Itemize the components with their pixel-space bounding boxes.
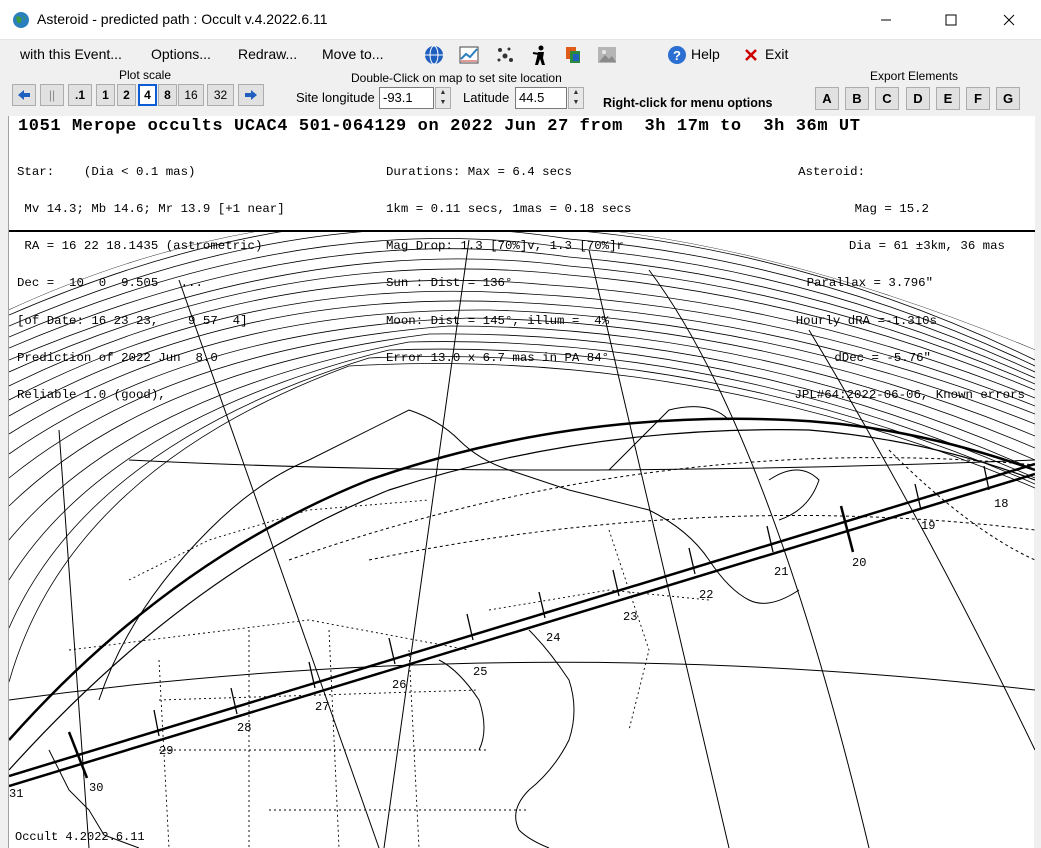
hatch-lines xyxy=(9,230,1035,683)
path-edge-south xyxy=(9,472,1035,788)
close-icon xyxy=(1003,14,1015,26)
time-label: 21 xyxy=(774,565,788,579)
pause-button[interactable]: || xyxy=(40,84,64,106)
map-panel[interactable]: 1051 Merope occults UCAC4 501-064129 on … xyxy=(8,116,1035,848)
menu-help[interactable]: Help xyxy=(691,46,720,62)
star-line: Star: (Dia < 0.1 mas) xyxy=(17,164,196,179)
time-labels: 31 30 29 28 27 26 25 24 23 22 21 20 19 1… xyxy=(9,497,1008,801)
copy-icon[interactable] xyxy=(562,44,584,66)
time-label: 27 xyxy=(315,700,329,714)
observer-icon[interactable] xyxy=(529,44,551,66)
coastlines xyxy=(48,406,820,848)
dotted-graticule xyxy=(288,449,1035,561)
star-line: Mv 14.3; Mb 14.6; Mr 13.9 [+1 near] xyxy=(17,202,285,217)
plot-scale-label: Plot scale xyxy=(119,68,172,82)
export-button-g[interactable]: G xyxy=(996,87,1020,110)
time-tick-marks xyxy=(153,465,990,737)
globe-app-icon xyxy=(13,12,29,28)
export-button-e[interactable]: E xyxy=(936,87,960,110)
export-button-c[interactable]: C xyxy=(875,87,899,110)
menu-exit[interactable]: Exit xyxy=(765,46,788,62)
menu-move-to[interactable]: Move to... xyxy=(322,46,383,62)
menu-options[interactable]: Options... xyxy=(151,46,211,62)
svg-text:?: ? xyxy=(673,48,681,63)
title-bar: Asteroid - predicted path : Occult v.4.2… xyxy=(0,0,1041,40)
asteroid-line: Asteroid: xyxy=(798,164,865,179)
export-elements-label: Export Elements xyxy=(870,69,959,83)
time-label: 29 xyxy=(159,744,173,758)
export-button-b[interactable]: B xyxy=(845,87,869,110)
site-longitude-input[interactable]: -93.1 xyxy=(379,87,434,109)
time-label: 28 xyxy=(237,721,251,735)
double-click-hint: Double-Click on map to set site location xyxy=(351,71,562,85)
duration-line: Durations: Max = 6.4 secs xyxy=(386,164,572,179)
minimize-button[interactable] xyxy=(863,0,909,40)
latitude-spinner[interactable]: ▲ ▼ xyxy=(568,87,584,109)
time-label: 19 xyxy=(921,519,935,533)
time-label: 30 xyxy=(89,781,103,795)
site-longitude-spinner[interactable]: ▲ ▼ xyxy=(435,87,451,109)
time-label: 25 xyxy=(473,665,487,679)
arrow-right-icon xyxy=(245,90,257,100)
pan-right-button[interactable] xyxy=(238,84,264,106)
political-borders xyxy=(68,499,710,848)
menu-bar: with this Event... Options... Redraw... … xyxy=(0,40,1041,70)
globe-icon[interactable] xyxy=(423,44,445,66)
image-icon[interactable] xyxy=(596,44,618,66)
exit-x-icon[interactable] xyxy=(744,48,758,62)
scale-button-8[interactable]: 8 xyxy=(158,84,177,106)
time-label: 26 xyxy=(392,678,406,692)
help-icon[interactable]: ? xyxy=(667,45,687,65)
time-label: 20 xyxy=(852,556,866,570)
stars-icon[interactable] xyxy=(494,44,516,66)
maximize-icon xyxy=(945,14,957,26)
duration-line: 1km = 0.11 secs, 1mas = 0.18 secs xyxy=(386,202,632,217)
scale-button-2[interactable]: 2 xyxy=(117,84,136,106)
pan-left-button[interactable] xyxy=(12,84,36,106)
menu-with-this-event[interactable]: with this Event... xyxy=(20,46,122,62)
time-crossbar-30 xyxy=(67,731,89,779)
time-label: 18 xyxy=(994,497,1008,511)
scale-button-32[interactable]: 32 xyxy=(207,84,234,106)
time-label: 23 xyxy=(623,610,637,624)
maximize-button[interactable] xyxy=(928,0,974,40)
export-button-f[interactable]: F xyxy=(966,87,990,110)
export-button-a[interactable]: A xyxy=(815,87,839,110)
arrow-left-icon xyxy=(18,90,30,100)
right-click-hint: Right-click for menu options xyxy=(603,96,773,110)
latitude-input[interactable]: 44.5 xyxy=(515,87,567,109)
scale-button-1[interactable]: 1 xyxy=(96,84,115,106)
window-title: Asteroid - predicted path : Occult v.4.2… xyxy=(37,11,328,27)
scale-button-16[interactable]: 16 xyxy=(178,84,204,106)
path-edge-north xyxy=(9,462,1035,778)
asteroid-line: Mag = 15.2 xyxy=(854,202,929,217)
scale-button-4[interactable]: 4 xyxy=(138,84,157,106)
menu-redraw[interactable]: Redraw... xyxy=(238,46,297,62)
latitude-label: Latitude xyxy=(463,90,510,105)
chart-icon[interactable] xyxy=(458,44,480,66)
northern-limit-curve xyxy=(9,417,1035,741)
event-headline: 1051 Merope occults UCAC4 501-064129 on … xyxy=(18,117,861,136)
footer-version-label: Occult 4.2022.6.11 xyxy=(15,830,145,844)
occultation-map[interactable]: 31 30 29 28 27 26 25 24 23 22 21 20 19 1… xyxy=(9,230,1035,848)
time-label: 24 xyxy=(546,631,560,645)
site-longitude-label: Site longitude xyxy=(296,90,375,105)
close-button[interactable] xyxy=(986,0,1032,40)
scale-button-0.1[interactable]: .1 xyxy=(68,84,92,106)
event-info-panel: 1051 Merope occults UCAC4 501-064129 on … xyxy=(9,116,1035,401)
minimize-icon xyxy=(881,19,891,21)
time-label: 31 xyxy=(9,787,23,801)
sunrise-curve xyxy=(9,429,1035,771)
export-button-d[interactable]: D xyxy=(906,87,930,110)
time-label: 22 xyxy=(699,588,713,602)
